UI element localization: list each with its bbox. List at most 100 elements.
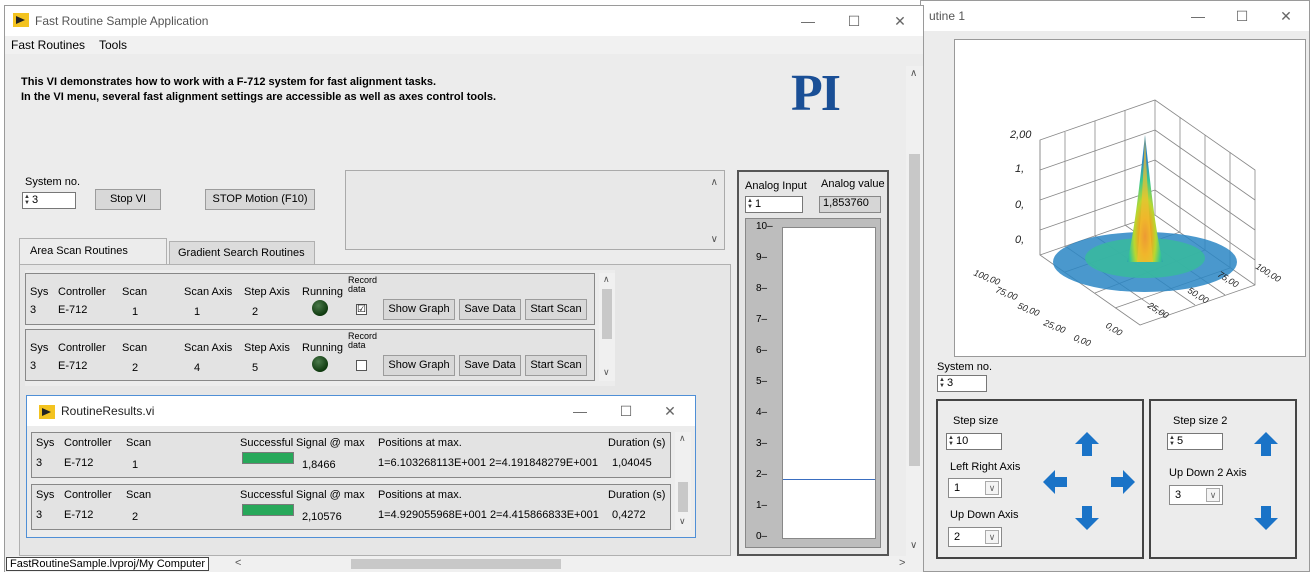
main-vertical-scrollbar[interactable]: ∧ ∨ [906,66,923,556]
tab-gradient-search[interactable]: Gradient Search Routines [169,241,315,264]
maximize-icon[interactable]: ☐ [839,11,869,31]
arrow-down-icon[interactable] [1074,505,1100,531]
maximize-icon[interactable]: ☐ [611,401,641,421]
arrow-up-icon[interactable] [1253,431,1279,457]
scroll-thumb[interactable] [909,154,920,466]
scroll-up-icon[interactable]: ∧ [603,274,610,285]
minimize-icon[interactable]: — [1183,6,1213,26]
up-down-axis-select[interactable]: 2 ∨ [948,527,1002,547]
z-tick: 0, [1015,199,1024,211]
result-row: Sys Controller Scan Successful Signal @ … [31,432,671,478]
close-icon[interactable]: ✕ [1271,6,1301,26]
right-window-title: utine 1 [929,9,966,23]
meter-tick-label: 6– [756,345,768,356]
axis2-control-box: Step size 2 ▲ ▼ 5 Up Down 2 Axis 3 ∨ [1149,399,1297,559]
minimize-icon[interactable]: — [565,401,595,421]
scroll-down-icon[interactable]: ∨ [603,367,610,378]
meter-tick-label: 3– [756,438,768,449]
analog-input-field[interactable]: ▲ ▼ 1 [745,196,803,213]
successful-indicator [242,452,294,464]
surface-plot-svg: 2,00 1, 0, 0, 100,00 75,00 50,00 25,00 0… [972,99,1283,349]
system-no-field[interactable]: ▲ ▼ 3 [937,375,987,392]
status-bar: FastRoutineSample.lvproj/My Computer < > [5,556,923,572]
up-down2-axis-select[interactable]: 3 ∨ [1169,485,1223,505]
meter-tick-label: 7– [756,314,768,325]
menu-bar: Fast Routines Tools [5,36,923,54]
start-scan-button[interactable]: Start Scan [525,355,587,376]
menu-fast-routines[interactable]: Fast Routines [11,38,85,52]
step-size2-label: Step size 2 [1173,415,1228,427]
tab-area-scan[interactable]: Area Scan Routines [19,238,167,264]
scroll-down-icon[interactable]: ∨ [679,516,686,527]
y-tick: 50,00 [1186,285,1210,305]
scroll-thumb[interactable] [678,482,688,512]
scroll-up-icon[interactable]: ∧ [910,68,917,79]
chevron-down-icon: ∨ [985,530,999,544]
stop-vi-button[interactable]: Stop VI [95,189,161,210]
y-tick: 0,00 [1104,320,1124,338]
intro-line-1: This VI demonstrates how to work with a … [21,76,437,88]
results-window-title: RoutineResults.vi [61,404,155,418]
routine-results-window: RoutineResults.vi — ☐ ✕ Sys Controller S… [26,395,696,538]
minimize-icon[interactable]: — [793,11,823,31]
scroll-left-icon[interactable]: < [235,557,241,569]
results-scrollbar[interactable]: ∧ ∨ [675,432,691,530]
meter-tick-label: 8– [756,283,768,294]
meter-level-line [783,478,875,480]
arrow-right-icon[interactable] [1110,469,1136,495]
analog-meter-frame: 10– 9– 8– 7– 6– 5– 4– 3– 2– 1– 0– [745,218,881,548]
stop-motion-button[interactable]: STOP Motion (F10) [205,189,315,210]
x-tick: 0,00 [1072,333,1092,349]
step-size-label: Step size [953,415,999,427]
start-scan-button[interactable]: Start Scan [525,299,587,320]
pi-logo: PI [791,65,841,122]
meter-tick-label: 5– [756,376,768,387]
horizontal-scroll-thumb[interactable] [351,559,561,569]
main-window-title: Fast Routine Sample Application [35,14,209,28]
x-tick: 75,00 [994,285,1019,303]
z-tick: 2,00 [1009,129,1032,141]
scroll-down-icon[interactable]: ∨ [711,234,718,245]
routines-list: Sys Controller Scan Scan Axis Step Axis … [25,270,615,386]
scroll-down-icon[interactable]: ∨ [910,540,917,551]
successful-indicator [242,504,294,516]
system-no-label: System no. [25,176,81,188]
record-data-checkbox[interactable]: ☑ [356,304,367,315]
arrow-up-icon[interactable] [1074,431,1100,457]
show-graph-button[interactable]: Show Graph [383,355,455,376]
system-no-field[interactable]: ▲ ▼ 3 [22,192,76,209]
scroll-thumb[interactable] [602,289,612,339]
y-tick: 100,00 [1254,261,1283,284]
close-icon[interactable]: ✕ [885,11,915,31]
scroll-up-icon[interactable]: ∧ [711,177,718,188]
meter-tick-label: 10– [756,221,773,232]
meter-tick-label: 0– [756,531,768,542]
close-icon[interactable]: ✕ [655,401,685,421]
record-data-checkbox[interactable] [356,360,367,371]
project-path: FastRoutineSample.lvproj/My Computer [6,557,210,571]
arrow-left-icon[interactable] [1042,469,1068,495]
save-data-button[interactable]: Save Data [459,299,521,320]
show-graph-button[interactable]: Show Graph [383,299,455,320]
meter-tick-label: 1– [756,500,768,511]
right-window-titlebar: utine 1 — ☐ ✕ [921,1,1309,31]
analog-panel: Analog Input Analog value ▲ ▼ 1 1,853760 1… [737,170,889,556]
x-tick: 50,00 [1016,301,1041,319]
scroll-up-icon[interactable]: ∧ [679,433,686,444]
step-size2-field[interactable]: ▲ ▼ 5 [1167,433,1223,450]
running-led [312,300,328,316]
intro-line-2: In the VI menu, several fast alignment s… [21,91,497,103]
meter-tick-label: 4– [756,407,768,418]
menu-tools[interactable]: Tools [99,38,127,52]
save-data-button[interactable]: Save Data [459,355,521,376]
surface-plot-window: utine 1 — ☐ ✕ 2,00 1, 0, 0, 100,00 75,00… [920,0,1310,572]
routines-scrollbar[interactable]: ∧ ∨ [599,273,615,381]
step-size-field[interactable]: ▲ ▼ 10 [946,433,1002,450]
arrow-down-icon[interactable] [1253,505,1279,531]
z-tick: 0, [1015,234,1024,246]
maximize-icon[interactable]: ☐ [1227,6,1257,26]
message-textbox[interactable]: ∧ ∨ [345,170,725,250]
scroll-right-icon[interactable]: > [899,557,905,569]
left-right-axis-select[interactable]: 1 ∨ [948,478,1002,498]
axis-control-box: Step size ▲ ▼ 10 Left Right Axis 1 ∨ Up Dow… [936,399,1144,559]
